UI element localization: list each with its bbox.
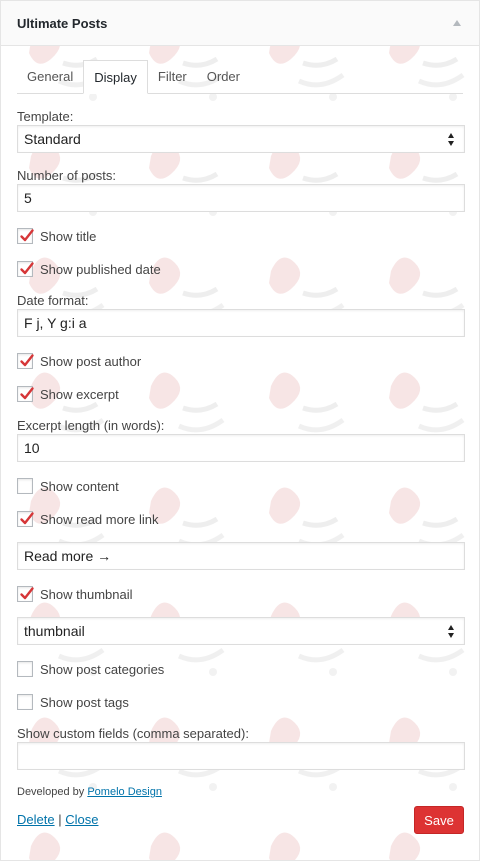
number-of-posts-value: 5: [24, 190, 32, 206]
tab-filter[interactable]: Filter: [148, 61, 197, 93]
show-post-tags-row[interactable]: Show post tags: [17, 693, 463, 711]
excerpt-length-input[interactable]: 10: [17, 434, 465, 462]
excerpt-length-label: Excerpt length (in words):: [17, 418, 165, 433]
thumbnail-size-select[interactable]: thumbnail: [17, 617, 465, 645]
show-post-categories-checkbox[interactable]: [17, 661, 33, 677]
show-title-label: Show title: [40, 228, 97, 244]
show-post-tags-checkbox[interactable]: [17, 694, 33, 710]
template-select[interactable]: Standard: [17, 125, 465, 153]
show-post-tags-label: Show post tags: [40, 694, 129, 710]
tab-bar: General Display Filter Order: [17, 60, 463, 94]
date-format-input[interactable]: F j, Y g:i a: [17, 309, 465, 337]
developer-link[interactable]: Pomelo Design: [87, 786, 162, 798]
show-post-author-label: Show post author: [40, 353, 142, 369]
read-more-text-input[interactable]: Read more →: [17, 542, 465, 570]
number-of-posts-input[interactable]: 5: [17, 184, 465, 212]
widget-header[interactable]: Ultimate Posts: [1, 1, 479, 46]
widget-content: General Display Filter Order Template: S…: [1, 46, 479, 842]
checkmark-icon: [20, 512, 34, 525]
checkmark-icon: [20, 354, 34, 367]
show-excerpt-label: Show excerpt: [40, 386, 119, 402]
date-format-value: F j, Y g:i a: [24, 315, 87, 331]
show-content-checkbox[interactable]: [17, 478, 33, 494]
show-post-categories-label: Show post categories: [40, 661, 165, 677]
tab-order[interactable]: Order: [197, 61, 250, 93]
show-excerpt-checkbox[interactable]: [17, 386, 34, 402]
show-published-date-label: Show published date: [40, 261, 161, 277]
collapse-arrow-icon[interactable]: [453, 20, 461, 26]
checkmark-icon: [20, 229, 34, 242]
show-read-more-link-checkbox[interactable]: [17, 511, 34, 527]
save-button[interactable]: Save: [414, 806, 464, 834]
select-arrows-icon: [448, 133, 456, 147]
show-thumbnail-row[interactable]: Show thumbnail: [17, 585, 463, 603]
custom-fields-label: Show custom fields (comma separated):: [17, 726, 249, 741]
ultimate-posts-widget: Ultimate Posts General Display Filter Or…: [0, 0, 480, 861]
show-content-label: Show content: [40, 478, 119, 494]
template-select-value: Standard: [24, 131, 81, 147]
actions-separator: |: [58, 812, 62, 827]
checkmark-icon: [20, 387, 34, 400]
tab-general[interactable]: General: [17, 61, 83, 93]
close-link[interactable]: Close: [65, 812, 98, 827]
show-post-categories-row[interactable]: Show post categories: [17, 660, 463, 678]
show-post-author-checkbox[interactable]: [17, 353, 34, 369]
show-title-checkbox[interactable]: [17, 228, 34, 244]
checkmark-icon: [20, 587, 34, 600]
number-of-posts-label: Number of posts:: [17, 168, 116, 183]
show-read-more-link-label: Show read more link: [40, 511, 159, 527]
show-thumbnail-label: Show thumbnail: [40, 586, 133, 602]
show-content-row[interactable]: Show content: [17, 477, 463, 495]
show-post-author-row[interactable]: Show post author: [17, 352, 463, 370]
template-label: Template:: [17, 109, 74, 124]
read-more-text-value: Read more →: [24, 548, 112, 564]
date-format-label: Date format:: [17, 293, 89, 308]
widget-title: Ultimate Posts: [17, 15, 108, 31]
select-arrows-icon: [448, 625, 456, 639]
show-title-row[interactable]: Show title: [17, 227, 463, 245]
widget-actions: Delete | Close Save: [17, 806, 464, 842]
tab-display[interactable]: Display: [83, 60, 148, 94]
show-read-more-link-row[interactable]: Show read more link: [17, 510, 463, 528]
excerpt-length-value: 10: [24, 440, 40, 456]
show-thumbnail-checkbox[interactable]: [17, 586, 34, 602]
show-published-date-row[interactable]: Show published date: [17, 260, 463, 278]
checkmark-icon: [20, 262, 34, 275]
developed-by-line: Developed by Pomelo Design: [17, 786, 463, 798]
delete-link[interactable]: Delete: [17, 812, 55, 827]
custom-fields-input[interactable]: [17, 742, 465, 770]
thumbnail-size-value: thumbnail: [24, 623, 85, 639]
show-excerpt-row[interactable]: Show excerpt: [17, 385, 463, 403]
developed-by-text: Developed by: [17, 786, 85, 798]
show-published-date-checkbox[interactable]: [17, 261, 34, 277]
